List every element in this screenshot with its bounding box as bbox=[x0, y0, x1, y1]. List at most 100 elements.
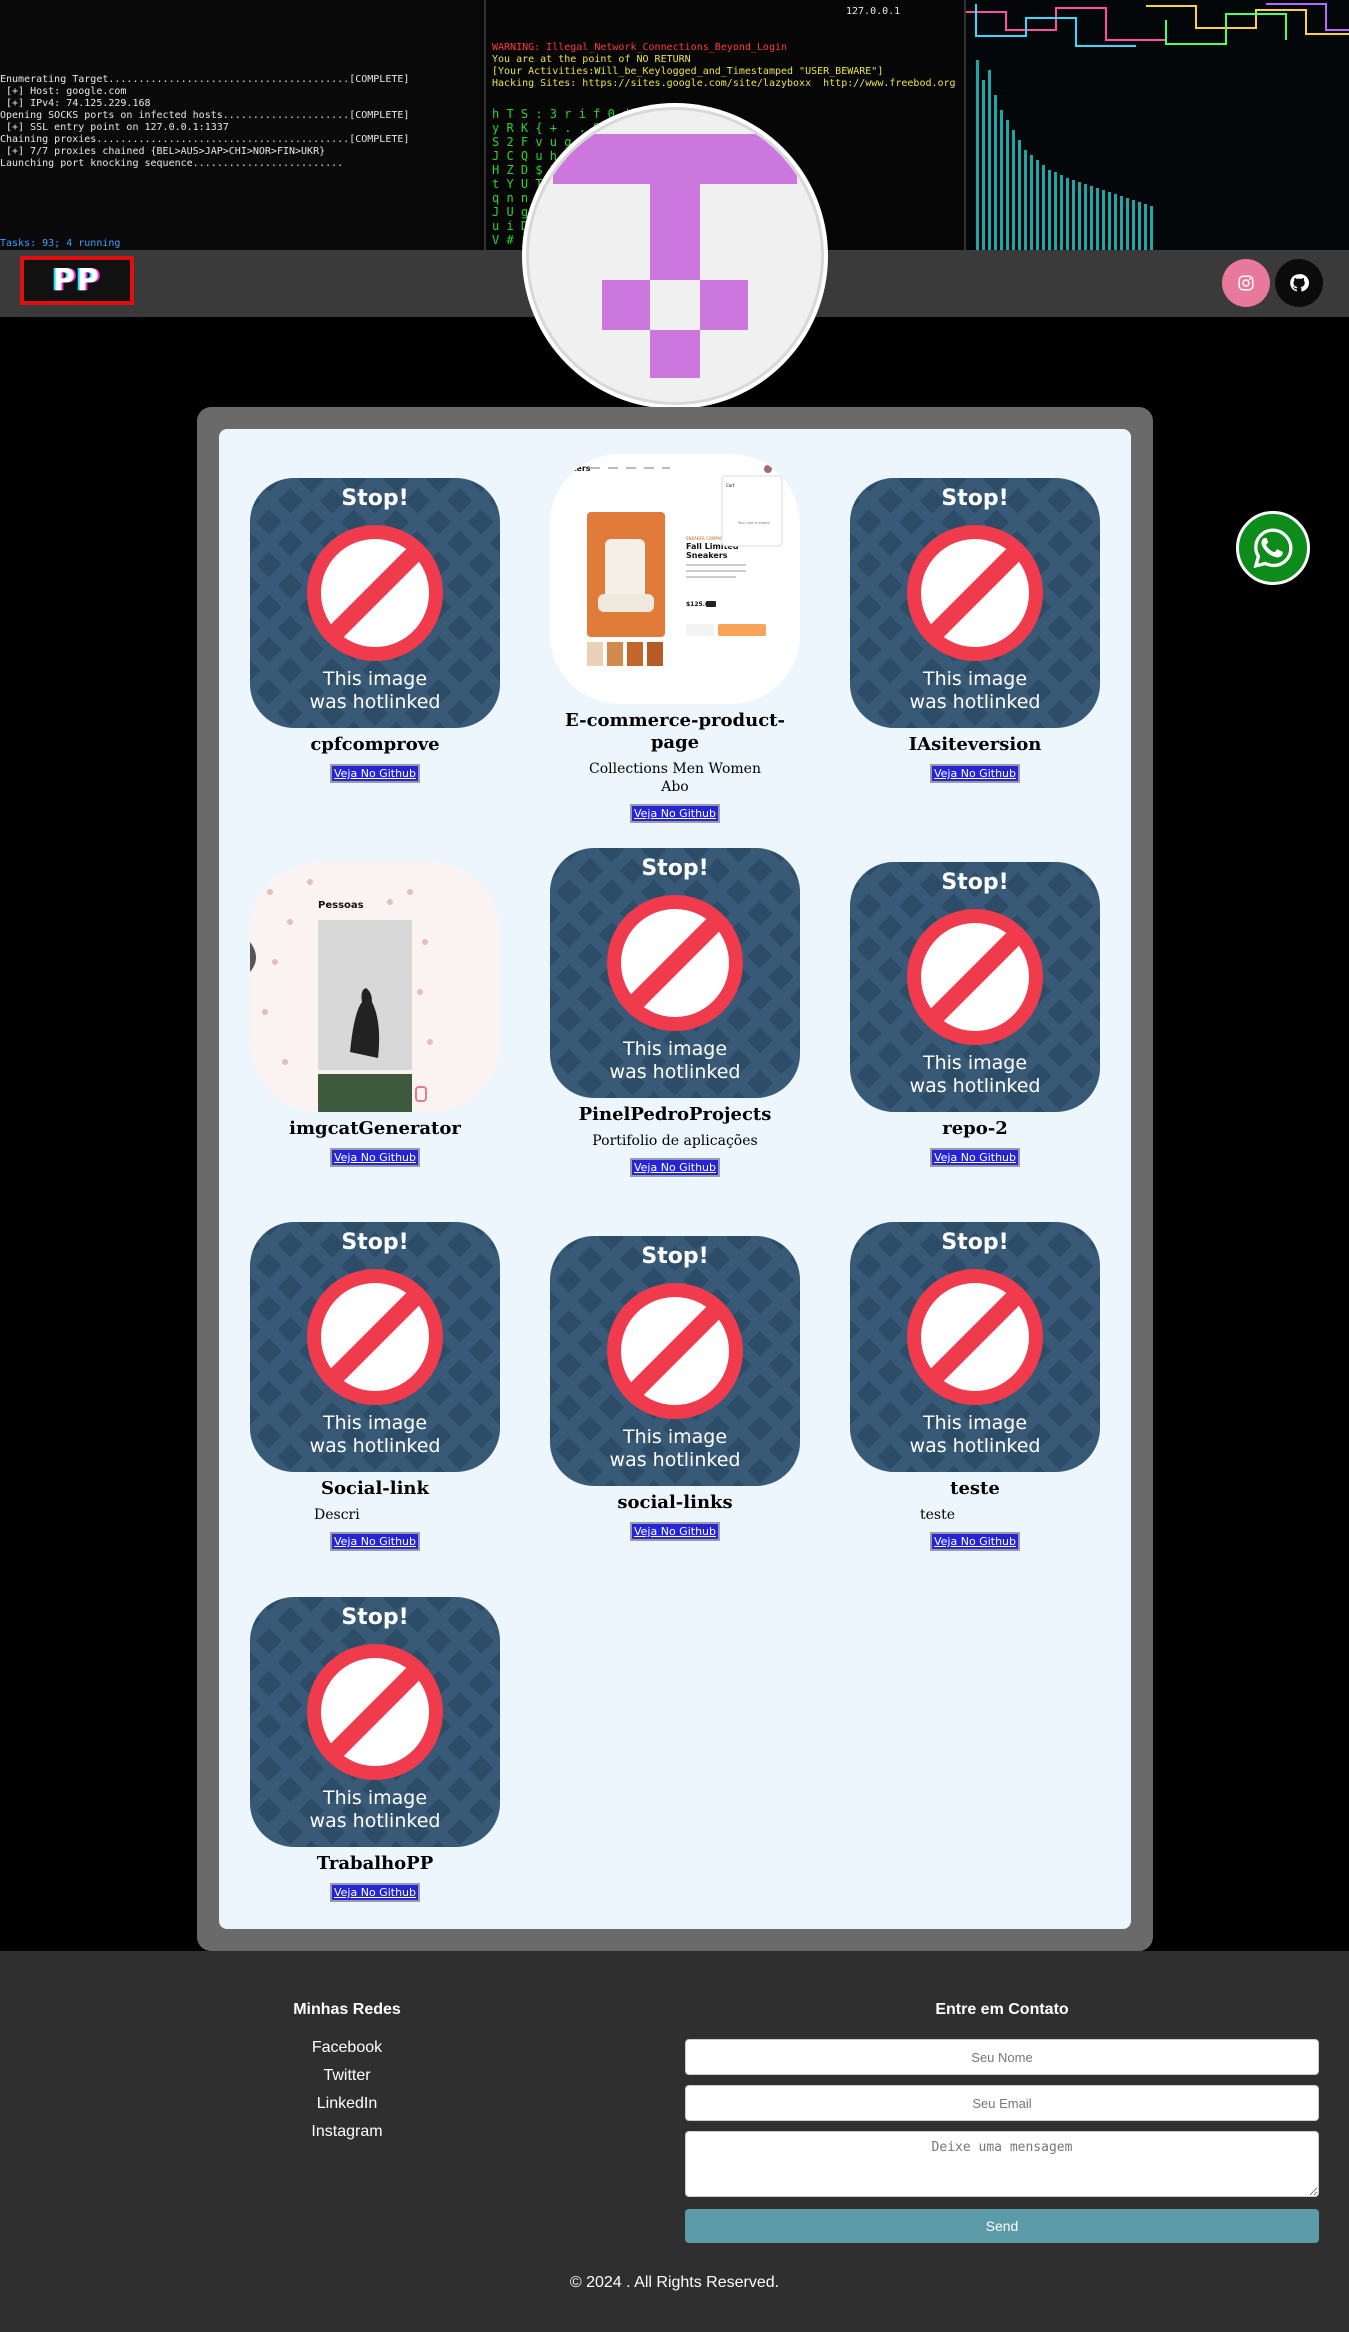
github-link[interactable]: Veja No Github bbox=[629, 1522, 720, 1541]
terminal-warning: WARNING: Illegal_Network_Connections_Bey… bbox=[492, 42, 788, 53]
terminal-line: Launching port knocking sequence........… bbox=[0, 158, 344, 169]
project-name: imgcatGenerator bbox=[289, 1118, 461, 1139]
contact-heading: Entre em Contato bbox=[935, 2001, 1069, 2018]
hotlink-caption: This image was hotlinked bbox=[309, 1412, 441, 1457]
project-description: teste bbox=[920, 1507, 956, 1523]
terminal-status: Tasks: 93; 4 running bbox=[0, 238, 121, 249]
project-name: social-links bbox=[617, 1492, 733, 1513]
project-card: Stop! This image was hotlinked TrabalhoPP… bbox=[250, 1597, 500, 1902]
project-card: Stop! This image was hotlinked repo-2 Vej… bbox=[850, 862, 1100, 1167]
sneakers-screenshot: sneakers SNEAKER COMPANY Fall Limited Sn… bbox=[550, 464, 783, 666]
project-image-hotlinked: Stop! This image was hotlinked bbox=[850, 478, 1100, 728]
project-card: Stop! This image was hotlinked PinelPedro… bbox=[550, 848, 800, 1177]
terminal-panel-right bbox=[964, 0, 1349, 250]
footer-link-facebook[interactable]: Facebook bbox=[0, 2039, 694, 2057]
hotlink-title: Stop! bbox=[641, 1244, 709, 1269]
project-card: Stop! This image was hotlinked IAsitevers… bbox=[850, 478, 1100, 783]
project-name: PinelPedroProjects bbox=[578, 1104, 772, 1125]
hotlink-title: Stop! bbox=[341, 486, 409, 511]
whatsapp-button[interactable] bbox=[1236, 511, 1310, 585]
project-image-hotlinked: Stop! This image was hotlinked bbox=[250, 1597, 500, 1847]
project-name: IAsiteversion bbox=[908, 734, 1042, 755]
github-link[interactable]: Veja No Github bbox=[329, 1883, 420, 1902]
project-image-cat: Pessoas bbox=[250, 862, 500, 1112]
svg-text:Sneakers: Sneakers bbox=[686, 551, 728, 560]
visualizer-graphic bbox=[966, 3, 1349, 250]
project-description: Collections Men Women Abo bbox=[589, 761, 761, 795]
terminal-line: [+] SSL entry point on 127.0.0.1:1337 bbox=[0, 122, 229, 133]
github-link[interactable]: Veja No Github bbox=[329, 1148, 420, 1167]
terminal-line: [+] Host: google.com bbox=[0, 86, 127, 97]
identicon-graphic bbox=[553, 134, 797, 378]
name-field[interactable] bbox=[685, 2039, 1319, 2075]
project-description: Portifolio de aplicações bbox=[592, 1133, 758, 1149]
hotlink-caption: This image was hotlinked bbox=[909, 1052, 1041, 1097]
project-image-hotlinked: Stop! This image was hotlinked bbox=[250, 478, 500, 728]
terminal-line: Enumerating Target......................… bbox=[0, 74, 410, 85]
terminal-warning: [Your Activities:Will_be_Keylogged_and_T… bbox=[492, 66, 884, 77]
email-field[interactable] bbox=[685, 2085, 1319, 2121]
terminal-line: [+] 7/7 proxies chained {BEL>AUS>JAP>CHI… bbox=[0, 146, 326, 157]
project-card: Pessoas imgcatGenerator Veja No Github bbox=[250, 862, 500, 1167]
github-link[interactable]: Veja No Github bbox=[329, 764, 420, 783]
github-link[interactable]: Veja No Github bbox=[929, 1532, 1020, 1551]
hotlink-title: Stop! bbox=[341, 1230, 409, 1255]
project-name: TrabalhoPP bbox=[316, 1853, 434, 1874]
terminal-line: [+] IPv4: 74.125.229.168 bbox=[0, 98, 151, 109]
instagram-button[interactable] bbox=[1222, 259, 1270, 307]
prohibited-icon bbox=[907, 1269, 1043, 1405]
hotlink-title: Stop! bbox=[941, 870, 1009, 895]
copyright-text: © 2024 . All Rights Reserved. bbox=[569, 2274, 780, 2291]
footer-link-linkedin[interactable]: LinkedIn bbox=[0, 2095, 694, 2113]
site-logo[interactable]: PP bbox=[20, 256, 134, 305]
github-icon bbox=[1290, 274, 1309, 292]
hotlink-title: Stop! bbox=[941, 486, 1009, 511]
prohibited-icon bbox=[907, 525, 1043, 661]
github-button[interactable] bbox=[1275, 259, 1323, 307]
hotlink-caption: This image was hotlinked bbox=[909, 668, 1041, 713]
hotlink-title: Stop! bbox=[341, 1605, 409, 1630]
hotlink-caption: This image was hotlinked bbox=[309, 1787, 441, 1832]
message-field[interactable] bbox=[685, 2131, 1319, 2197]
github-link[interactable]: Veja No Github bbox=[629, 804, 720, 823]
svg-text:SNEAKER COMPANY: SNEAKER COMPANY bbox=[686, 536, 726, 541]
project-image-hotlinked: Stop! This image was hotlinked bbox=[850, 1222, 1100, 1472]
svg-text:sneakers: sneakers bbox=[550, 464, 591, 473]
github-link[interactable]: Veja No Github bbox=[329, 1532, 420, 1551]
github-link[interactable]: Veja No Github bbox=[629, 1158, 720, 1177]
footer-link-twitter[interactable]: Twitter bbox=[0, 2067, 694, 2085]
github-link[interactable]: Veja No Github bbox=[929, 764, 1020, 783]
project-card: Stop! This image was hotlinked social-lin… bbox=[550, 1236, 800, 1541]
project-image-hotlinked: Stop! This image was hotlinked bbox=[850, 862, 1100, 1112]
terminal-sites: Hacking Sites: https://sites.google.com/… bbox=[492, 78, 956, 89]
project-card: Stop! This image was hotlinked teste test… bbox=[850, 1222, 1100, 1551]
project-card: Stop! This image was hotlinked cpfcomprov… bbox=[250, 478, 500, 783]
project-image-sneakers: sneakers SNEAKER COMPANY Fall Limited Sn… bbox=[550, 454, 800, 704]
github-link[interactable]: Veja No Github bbox=[929, 1148, 1020, 1167]
send-button[interactable]: Send bbox=[685, 2209, 1319, 2243]
hotlink-caption: This image was hotlinked bbox=[309, 668, 441, 713]
svg-text:Cart: Cart bbox=[726, 483, 735, 488]
project-description: Descri bbox=[314, 1507, 360, 1523]
hotlink-caption: This image was hotlinked bbox=[609, 1038, 741, 1083]
whatsapp-icon bbox=[1253, 528, 1293, 569]
project-card: Stop! This image was hotlinked Social-lin… bbox=[250, 1222, 500, 1551]
project-card: sneakers SNEAKER COMPANY Fall Limited Sn… bbox=[550, 454, 800, 823]
prohibited-icon bbox=[907, 909, 1043, 1045]
footer-link-instagram[interactable]: Instagram bbox=[0, 2123, 694, 2141]
terminal-warning: You are at the point of NO RETURN bbox=[492, 54, 691, 65]
networks-heading: Minhas Redes bbox=[293, 2001, 401, 2018]
project-name: cpfcomprove bbox=[310, 734, 440, 755]
instagram-icon bbox=[1238, 275, 1254, 291]
prohibited-icon bbox=[307, 1644, 443, 1780]
project-name: repo-2 bbox=[942, 1118, 1008, 1139]
profile-avatar bbox=[526, 107, 824, 405]
prohibited-icon bbox=[307, 1269, 443, 1405]
hotlink-title: Stop! bbox=[641, 856, 709, 881]
project-name: E-commerce-product-page bbox=[565, 710, 785, 753]
cat-screenshot: Pessoas bbox=[250, 862, 500, 1112]
project-image-hotlinked: Stop! This image was hotlinked bbox=[550, 848, 800, 1098]
prohibited-icon bbox=[607, 895, 743, 1031]
terminal-panel-left: Enumerating Target......................… bbox=[0, 0, 480, 250]
terminal-ip: 127.0.0.1 bbox=[846, 6, 901, 17]
